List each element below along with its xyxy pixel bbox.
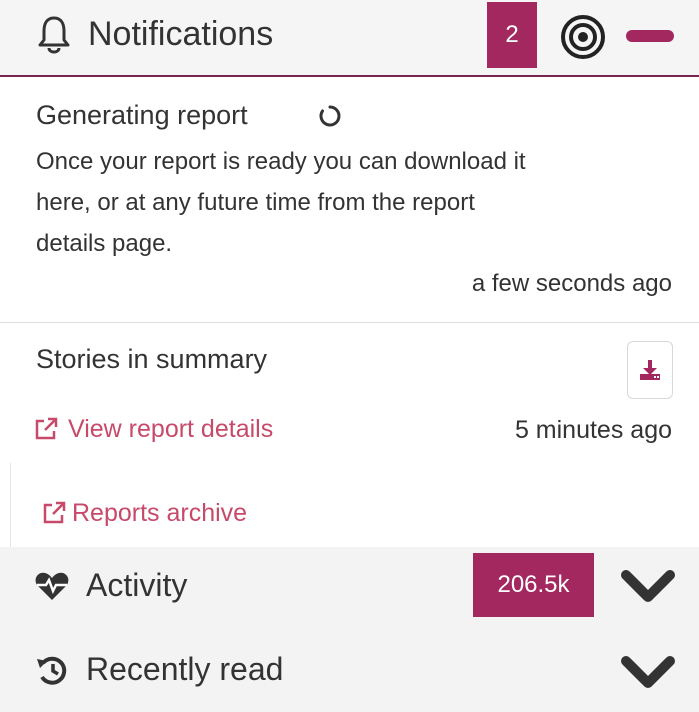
recently-read-label: Recently read bbox=[86, 651, 284, 687]
panel-title: Notifications bbox=[88, 15, 274, 53]
notification-body: Once your report is ready you can downlo… bbox=[36, 141, 676, 264]
heartbeat-icon bbox=[35, 572, 69, 600]
notification-body-line: here, or at any future time from the rep… bbox=[36, 189, 475, 216]
download-button[interactable] bbox=[627, 341, 673, 399]
notification-heading: Stories in summary bbox=[36, 344, 268, 374]
notification-count-badge: 2 bbox=[487, 2, 537, 68]
reports-archive-row: Reports archive bbox=[10, 463, 699, 547]
recently-read-section-header[interactable]: Recently read bbox=[0, 627, 699, 712]
view-report-details-label: View report details bbox=[68, 415, 274, 443]
view-report-details-link[interactable]: View report details bbox=[34, 411, 273, 447]
notifications-panel: Notifications 2 Generating report Once y… bbox=[0, 0, 699, 712]
minimize-icon[interactable] bbox=[626, 30, 674, 42]
bell-icon bbox=[38, 16, 70, 54]
spinner-icon bbox=[319, 105, 341, 127]
activity-count-badge: 206.5k bbox=[473, 553, 594, 617]
notification-heading: Generating report bbox=[36, 100, 248, 130]
notification-item-stories: Stories in summary View report details 5… bbox=[0, 323, 699, 463]
external-link-icon bbox=[43, 501, 66, 524]
notification-timestamp: 5 minutes ago bbox=[514, 416, 672, 444]
target-icon[interactable] bbox=[560, 14, 606, 60]
notification-body-line: Once your report is ready you can downlo… bbox=[36, 148, 526, 175]
chevron-down-icon[interactable] bbox=[620, 569, 676, 605]
history-icon bbox=[37, 656, 67, 685]
chevron-down-icon[interactable] bbox=[620, 655, 676, 691]
notifications-header[interactable]: Notifications 2 bbox=[0, 0, 699, 77]
notification-body-line: details page. bbox=[36, 230, 173, 257]
external-link-icon bbox=[35, 417, 58, 440]
notification-timestamp: a few seconds ago bbox=[471, 270, 672, 297]
notification-item-generating: Generating report Once your report is re… bbox=[0, 77, 699, 323]
activity-label: Activity bbox=[86, 567, 188, 603]
download-icon bbox=[640, 360, 660, 380]
activity-section-header[interactable]: Activity 206.5k bbox=[0, 547, 699, 627]
reports-archive-link[interactable]: Reports archive bbox=[42, 495, 247, 531]
reports-archive-label: Reports archive bbox=[72, 499, 248, 527]
